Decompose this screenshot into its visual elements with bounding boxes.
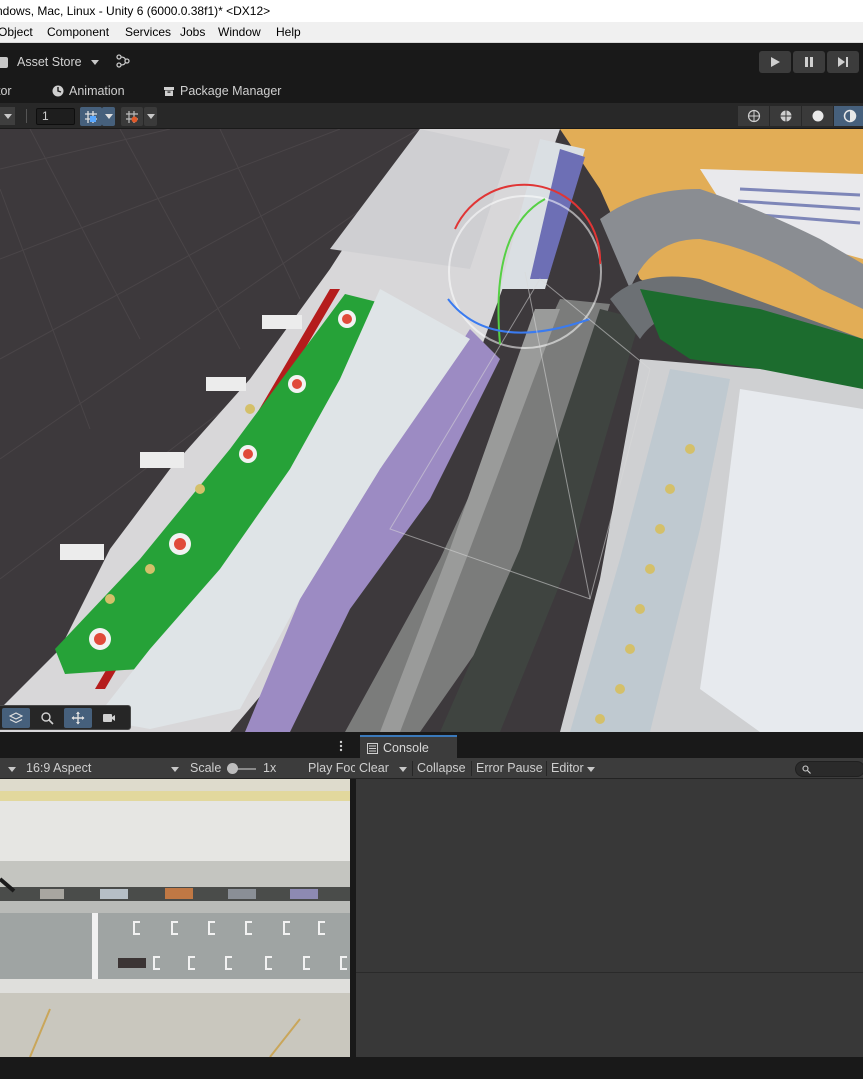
game-view-toolbar: 16:9 Aspect Scale 1x Play Foc	[0, 758, 357, 779]
toolbar-separator	[546, 761, 547, 776]
chevron-down-icon	[8, 767, 16, 772]
grid-snap-dropdown[interactable]	[102, 107, 115, 126]
tab-animator[interactable]: tor	[0, 79, 12, 103]
menu-services[interactable]: Services	[125, 22, 171, 43]
move-tool-button[interactable]	[64, 707, 92, 728]
scene-render	[0, 129, 863, 732]
menu-jobs[interactable]: Jobs	[180, 22, 205, 43]
tab-animation[interactable]: Animation	[52, 79, 125, 103]
move-tool-icon	[71, 711, 85, 724]
package-icon	[164, 87, 174, 96]
grid-snap-icon	[85, 110, 97, 123]
console-log-list[interactable]	[356, 779, 863, 1057]
console-toolbar: Clear Collapse Error Pause Editor	[355, 758, 863, 779]
menu-gameobject[interactable]: Object	[0, 22, 33, 43]
asset-store-dropdown[interactable]: Asset Store	[0, 52, 99, 72]
aspect-ratio-dropdown[interactable]: 16:9 Aspect	[26, 758, 91, 779]
wireframe-icon	[747, 109, 760, 123]
toolbar-separator	[412, 761, 413, 776]
menu-bar: Object Component Services Jobs Window He…	[0, 22, 863, 43]
chevron-down-icon	[104, 114, 113, 119]
pause-icon	[805, 57, 813, 67]
chevron-down-icon	[90, 59, 99, 65]
window-title-bar: ndows, Mac, Linux - Unity 6 (6000.0.38f1…	[0, 0, 863, 22]
menu-window[interactable]: Window	[218, 22, 261, 43]
search-icon	[802, 765, 811, 774]
shaded-icon	[812, 110, 823, 122]
chevron-down-icon	[3, 113, 12, 119]
scale-value: 1x	[263, 761, 277, 775]
menu-component[interactable]: Component	[47, 22, 109, 43]
increment-snap-dropdown[interactable]	[144, 107, 157, 126]
pause-button[interactable]	[793, 51, 825, 73]
console-tab-label: Console	[383, 741, 429, 755]
console-detail-splitter[interactable]	[356, 972, 863, 973]
tab-animator-label: tor	[0, 84, 12, 98]
main-toolbar: Asset Store	[0, 43, 863, 79]
console-search-field[interactable]	[795, 761, 863, 777]
tab-package-manager-label: Package Manager	[180, 84, 282, 98]
chevron-down-icon	[587, 767, 596, 772]
shaded-wireframe-button[interactable]	[770, 106, 801, 126]
increment-snap-icon	[126, 110, 138, 123]
scene-overlay-toolbar	[0, 705, 131, 730]
menu-help[interactable]: Help	[276, 22, 301, 43]
unlit-button[interactable]	[834, 106, 863, 126]
animation-icon	[52, 85, 64, 97]
tool-handle-dropdown[interactable]	[0, 107, 15, 125]
increment-snap-toggle[interactable]	[121, 107, 143, 126]
editor-tab-strip: tor Animation Package Manager	[0, 79, 863, 103]
tab-package-manager[interactable]: Package Manager	[163, 79, 281, 103]
editor-target-dropdown[interactable]: Editor	[551, 758, 596, 779]
playmode-controls	[759, 51, 859, 73]
editor-target-label: Editor	[551, 761, 584, 775]
grid-size-field[interactable]: 1	[36, 108, 75, 125]
status-bar	[0, 1057, 863, 1079]
unlit-icon	[843, 109, 856, 123]
tab-console[interactable]: Console	[360, 735, 457, 759]
search-icon	[41, 711, 54, 725]
scale-label: Scale	[190, 761, 222, 775]
step-icon	[838, 57, 848, 67]
chevron-down-icon	[146, 114, 155, 119]
window-title: ndows, Mac, Linux - Unity 6 (6000.0.38f1…	[0, 4, 271, 18]
game-view-render[interactable]	[0, 779, 350, 1057]
scene-view-toolbar: 1	[0, 103, 863, 129]
scale-slider-handle[interactable]	[227, 763, 238, 774]
toolbar-separator	[471, 761, 472, 776]
toolbar-separator	[26, 109, 27, 123]
play-icon	[771, 57, 780, 67]
shaded-wireframe-icon	[780, 110, 791, 122]
display-dropdown[interactable]	[8, 758, 16, 779]
play-focused-dropdown[interactable]: Play Foc	[308, 758, 357, 779]
search-button[interactable]	[33, 708, 61, 728]
shopping-bag-icon	[0, 56, 8, 68]
more-options-icon[interactable]	[339, 740, 343, 752]
console-icon	[367, 742, 378, 754]
clear-button[interactable]: Clear	[359, 758, 389, 779]
collapse-toggle[interactable]: Collapse	[417, 758, 466, 779]
grid-snap-toggle[interactable]	[80, 107, 102, 126]
camera-button[interactable]	[95, 708, 123, 728]
aspect-dropdown-arrow[interactable]	[171, 758, 179, 779]
tab-animation-label: Animation	[69, 84, 125, 98]
clear-options-dropdown[interactable]	[399, 758, 407, 779]
chevron-down-icon	[399, 767, 407, 772]
step-button[interactable]	[827, 51, 859, 73]
chevron-down-icon	[171, 767, 179, 772]
error-pause-toggle[interactable]: Error Pause	[476, 758, 543, 779]
layers-button[interactable]	[2, 707, 30, 728]
race-car	[118, 958, 146, 968]
play-button[interactable]	[759, 51, 791, 73]
scene-viewport[interactable]	[0, 129, 863, 732]
game-camera-image	[0, 779, 350, 1057]
asset-store-label: Asset Store	[17, 55, 82, 69]
shaded-button[interactable]	[802, 106, 833, 126]
wireframe-button[interactable]	[738, 106, 769, 126]
draw-mode-group	[738, 106, 863, 126]
version-control-icon[interactable]	[115, 53, 131, 69]
layers-icon	[9, 711, 23, 723]
camera-icon	[103, 713, 115, 722]
